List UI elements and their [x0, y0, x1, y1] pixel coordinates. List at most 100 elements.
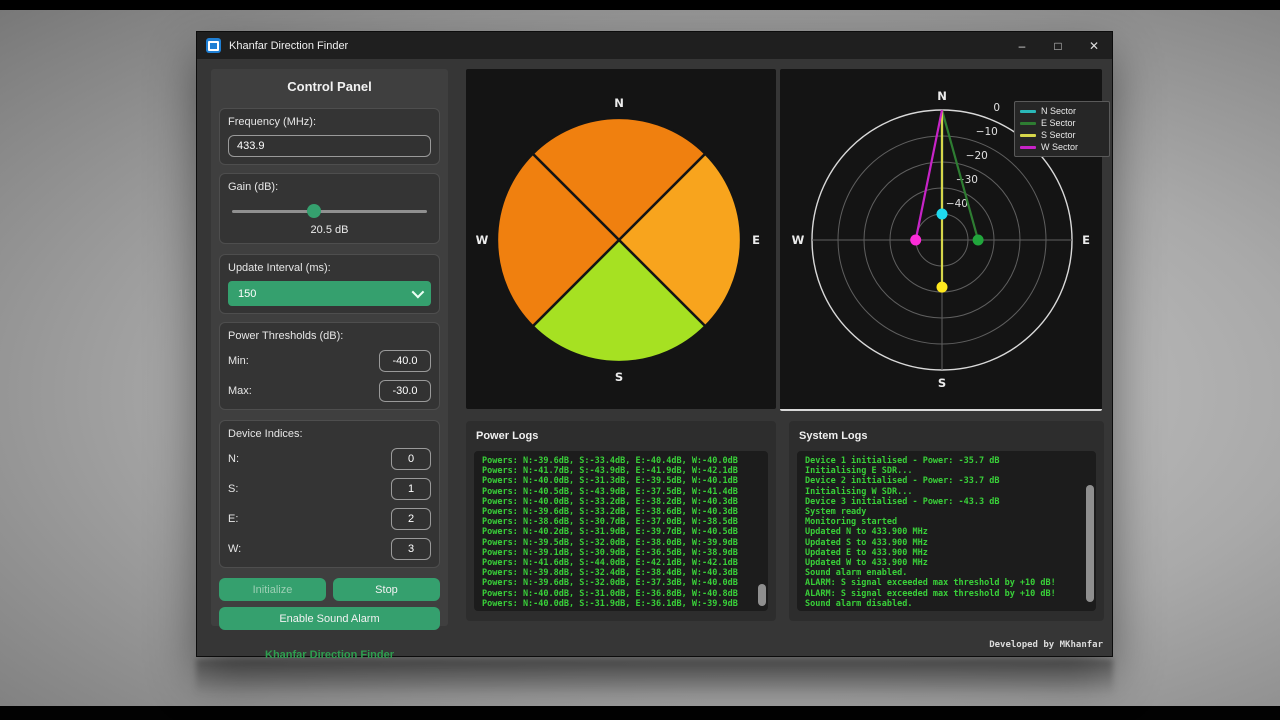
frequency-label: Frequency (MHz): — [228, 116, 431, 128]
gain-slider-handle[interactable] — [307, 204, 321, 218]
pie-compass-label-w: W — [476, 233, 489, 247]
titlebar: Khanfar Direction Finder – □ ✕ — [197, 32, 1112, 59]
log-line: Powers: N:-41.6dB, S:-44.0dB, E:-42.1dB,… — [482, 558, 760, 568]
log-line: Initialising W SDR... — [805, 487, 1088, 497]
log-line: Powers: N:-40.5dB, S:-43.9dB, E:-37.5dB,… — [482, 487, 760, 497]
system-logs-scrollbar[interactable] — [1086, 454, 1094, 608]
device-row-w: W: — [228, 538, 431, 560]
max-threshold-input[interactable] — [379, 380, 431, 402]
pie-chart-panel: N E S W — [466, 69, 776, 409]
stop-button[interactable]: Stop — [333, 578, 440, 601]
app-window: Khanfar Direction Finder – □ ✕ Control P… — [196, 31, 1113, 657]
app-icon — [206, 38, 221, 53]
minimize-button[interactable]: – — [1004, 32, 1040, 59]
legend-swatch — [1020, 110, 1036, 113]
thresholds-label: Power Thresholds (dB): — [228, 330, 431, 342]
thresholds-section: Power Thresholds (dB): Min: Max: — [219, 322, 440, 410]
pie-compass-label-n: N — [614, 96, 624, 110]
system-logs-title: System Logs — [789, 421, 1104, 442]
close-button[interactable]: ✕ — [1076, 32, 1112, 59]
device-label-n: N: — [228, 453, 239, 465]
control-panel-title: Control Panel — [211, 69, 448, 94]
log-line: Updated S to 433.900 MHz — [805, 538, 1088, 548]
power-logs-lines: Powers: N:-39.6dB, S:-33.4dB, E:-40.4dB,… — [482, 456, 760, 609]
chevron-down-icon — [412, 286, 425, 299]
log-line: Device 3 initialised - Power: -43.3 dB — [805, 497, 1088, 507]
power-logs-scroll-thumb[interactable] — [758, 584, 766, 606]
legend-label: N Sector — [1041, 106, 1076, 116]
device-label-s: S: — [228, 483, 238, 495]
device-row-s: S: — [228, 478, 431, 500]
maximize-button[interactable]: □ — [1040, 32, 1076, 59]
legend-item: N Sector — [1020, 105, 1104, 117]
device-index-input-n[interactable] — [391, 448, 431, 470]
interval-value: 150 — [238, 288, 256, 300]
log-line: Powers: N:-38.6dB, S:-30.7dB, E:-37.0dB,… — [482, 517, 760, 527]
gain-slider[interactable] — [232, 203, 427, 219]
polar-compass-label-n: N — [937, 89, 947, 103]
system-logs-panel: System Logs Device 1 initialised - Power… — [789, 421, 1104, 621]
pie-compass-label-e: E — [752, 233, 760, 247]
initialize-button[interactable]: Initialize — [219, 578, 326, 601]
power-logs-scrollbar[interactable] — [758, 454, 766, 608]
device-label-e: E: — [228, 513, 238, 525]
polar-series-dot-e — [973, 235, 984, 246]
polar-r-tick-label: −40 — [946, 198, 968, 210]
polar-r-tick-label: −20 — [966, 150, 988, 162]
panel-footer-text: Khanfar Direction Finder — [211, 649, 448, 661]
log-line: Updated W to 433.900 MHz — [805, 558, 1088, 568]
frequency-input[interactable] — [228, 135, 431, 157]
sound-alarm-button[interactable]: Enable Sound Alarm — [219, 607, 440, 630]
interval-label: Update Interval (ms): — [228, 262, 431, 274]
device-index-input-w[interactable] — [391, 538, 431, 560]
log-line: Powers: N:-39.1dB, S:-30.9dB, E:-36.5dB,… — [482, 548, 760, 558]
legend-item: S Sector — [1020, 129, 1104, 141]
window-title: Khanfar Direction Finder — [229, 40, 348, 52]
device-index-input-s[interactable] — [391, 478, 431, 500]
polar-compass-label-e: E — [1082, 233, 1090, 247]
legend-label: E Sector — [1041, 118, 1076, 128]
polar-series-dot-s — [937, 282, 948, 293]
log-line: Powers: N:-40.0dB, S:-31.9dB, E:-36.1dB,… — [482, 599, 760, 609]
device-row-e: E: — [228, 508, 431, 530]
polar-series-dot-n — [937, 209, 948, 220]
device-row-n: N: — [228, 448, 431, 470]
polar-r-tick-label: 0 — [993, 102, 1000, 114]
polar-compass-label-s: S — [938, 376, 946, 390]
log-line: Powers: N:-39.6dB, S:-32.0dB, E:-37.3dB,… — [482, 578, 760, 588]
log-line: ALARM: S signal exceeded max threshold b… — [805, 589, 1088, 599]
polar-r-tick-label: −10 — [976, 126, 998, 138]
interval-select[interactable]: 150 — [228, 281, 431, 306]
log-line: Device 1 initialised - Power: -35.7 dB — [805, 456, 1088, 466]
direction-sector-pie: N E S W — [466, 69, 776, 409]
legend-swatch — [1020, 134, 1036, 137]
polar-series-dot-w — [910, 235, 921, 246]
system-logs-lines: Device 1 initialised - Power: -35.7 dBIn… — [805, 456, 1088, 609]
system-logs-scroll-thumb[interactable] — [1086, 485, 1094, 602]
max-label: Max: — [228, 385, 252, 397]
polar-series-line-w — [916, 110, 942, 240]
legend-swatch — [1020, 122, 1036, 125]
min-label: Min: — [228, 355, 249, 367]
power-logs-box[interactable]: Powers: N:-39.6dB, S:-33.4dB, E:-40.4dB,… — [474, 451, 768, 611]
devices-section: Device Indices: N: S: E: W: — [219, 420, 440, 568]
device-indices-label: Device Indices: — [228, 428, 431, 440]
min-threshold-input[interactable] — [379, 350, 431, 372]
log-line: Monitoring started — [805, 517, 1088, 527]
device-index-input-e[interactable] — [391, 508, 431, 530]
system-logs-box[interactable]: Device 1 initialised - Power: -35.7 dBIn… — [797, 451, 1096, 611]
log-line: Powers: N:-39.6dB, S:-33.4dB, E:-40.4dB,… — [482, 456, 760, 466]
control-panel: Control Panel Frequency (MHz): Gain (dB)… — [211, 69, 448, 626]
log-line: Powers: N:-39.5dB, S:-32.0dB, E:-38.0dB,… — [482, 538, 760, 548]
polar-compass-label-w: W — [792, 233, 805, 247]
log-line: Sound alarm disabled. — [805, 599, 1088, 609]
pie-compass-label-s: S — [615, 370, 623, 384]
interval-section: Update Interval (ms): 150 — [219, 254, 440, 314]
log-line: Powers: N:-40.0dB, S:-33.2dB, E:-38.2dB,… — [482, 497, 760, 507]
polar-chart-panel: N Sector E SectorS SectorW Sector 0 −10 −20… — [780, 69, 1102, 411]
log-line: ALARM: S signal exceeded max threshold b… — [805, 578, 1088, 588]
log-line: Powers: N:-39.6dB, S:-33.2dB, E:-38.6dB,… — [482, 507, 760, 517]
log-line: Initialising E SDR... — [805, 466, 1088, 476]
gain-value: 20.5 dB — [228, 224, 431, 236]
legend-item: W Sector — [1020, 141, 1104, 153]
